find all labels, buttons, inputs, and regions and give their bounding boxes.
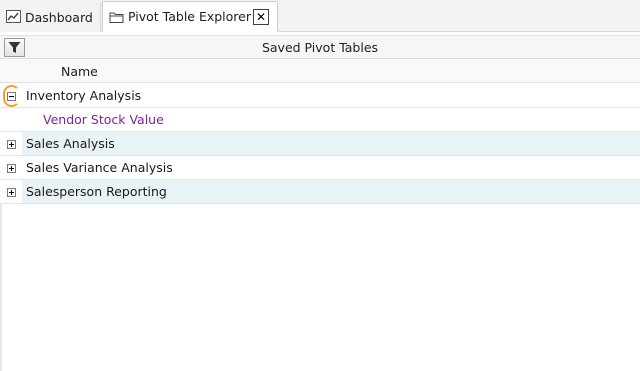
close-icon: ✕ (255, 10, 267, 24)
row-gutter (0, 132, 22, 155)
tree-row-sales-analysis[interactable]: Sales Analysis (0, 132, 640, 156)
row-body: Vendor Stock Value (22, 108, 640, 131)
tab-pivot-table-explorer[interactable]: Pivot Table Explorer ✕ (102, 1, 278, 32)
tree-row-salesperson-reporting[interactable]: Salesperson Reporting (0, 180, 640, 204)
folder-icon (109, 10, 125, 24)
collapse-toggle[interactable] (7, 92, 16, 101)
expand-toggle[interactable] (7, 164, 16, 173)
minus-icon (9, 96, 14, 97)
tree-item-label: Sales Variance Analysis (26, 160, 173, 175)
row-gutter (0, 108, 22, 131)
row-body: Sales Variance Analysis (22, 156, 640, 179)
expand-toggle[interactable] (7, 188, 16, 197)
column-header-name[interactable]: Name (61, 64, 98, 79)
row-body: Inventory Analysis (22, 84, 640, 107)
tab-pivot-table-explorer-label: Pivot Table Explorer (128, 9, 251, 24)
tree-row-sales-variance-analysis[interactable]: Sales Variance Analysis (0, 156, 640, 180)
tab-dashboard[interactable]: Dashboard (0, 2, 101, 32)
tab-strip: Dashboard Pivot Table Explorer ✕ (0, 0, 640, 32)
tree-row-vendor-stock-value[interactable]: Vendor Stock Value (0, 108, 640, 132)
tree-item-label: Salesperson Reporting (26, 184, 167, 199)
row-gutter (0, 156, 22, 179)
panel-title: Saved Pivot Tables (261, 40, 379, 55)
chart-icon (6, 10, 22, 24)
saved-pivot-tables-header: Saved Pivot Tables (0, 35, 640, 59)
row-body: Salesperson Reporting (22, 180, 640, 203)
row-gutter (0, 84, 22, 107)
tree-empty-area-edge (0, 203, 2, 371)
tree-item-label: Inventory Analysis (26, 88, 142, 103)
tab-dashboard-label: Dashboard (25, 9, 93, 25)
tree-item-label: Sales Analysis (26, 136, 115, 151)
row-gutter (0, 180, 22, 203)
tree-item-label: Vendor Stock Value (43, 112, 164, 127)
close-tab-button[interactable]: ✕ (253, 9, 269, 25)
column-header-row: Name (0, 60, 640, 83)
tree-row-inventory-analysis[interactable]: Inventory Analysis (0, 84, 640, 108)
expand-toggle[interactable] (7, 140, 16, 149)
row-body: Sales Analysis (22, 132, 640, 155)
